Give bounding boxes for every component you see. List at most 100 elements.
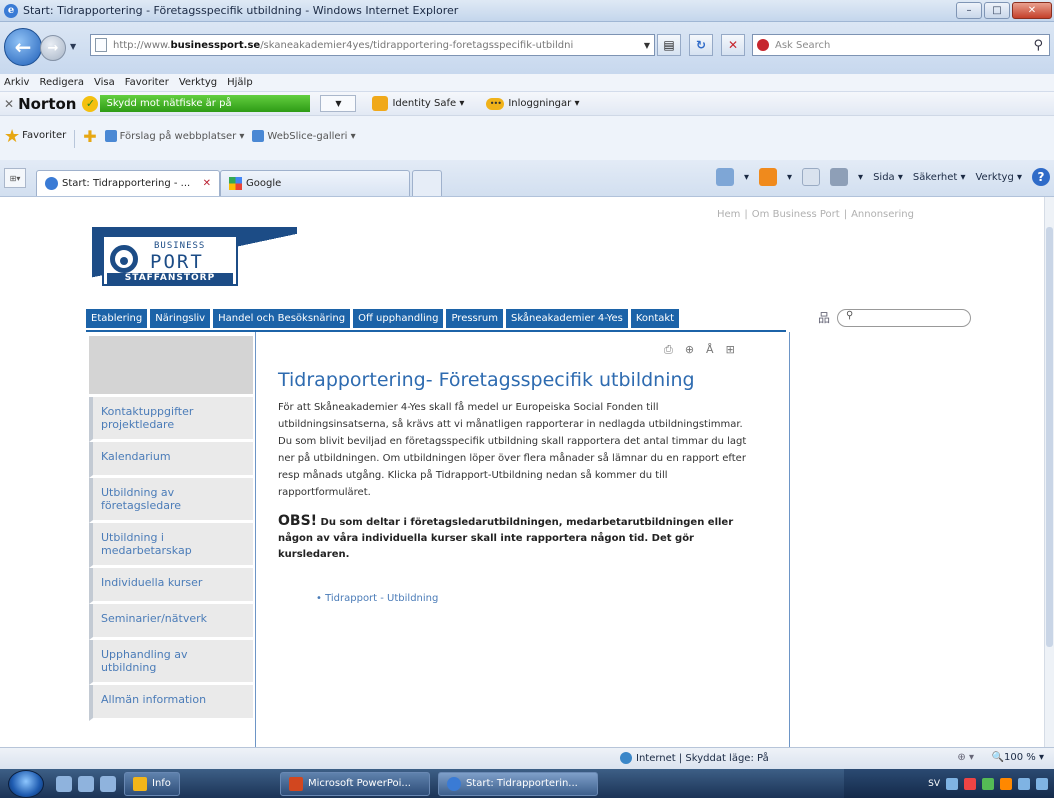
scrollbar-thumb[interactable] xyxy=(1046,227,1053,647)
close-window-button[interactable]: ✕ xyxy=(1012,2,1052,19)
article: Tidrapportering- Företagsspecifik utbild… xyxy=(278,369,760,604)
sidebar-item-staff[interactable]: Utbildning i medarbetarskap xyxy=(89,523,253,568)
switch-windows-icon[interactable] xyxy=(78,775,94,792)
nav-skaneakademier[interactable]: Skåneakademier 4-Yes xyxy=(505,309,628,328)
intro-paragraph: För att Skåneakademier 4-Yes skall få me… xyxy=(278,402,743,430)
sidebar-item-calendar[interactable]: Kalendarium xyxy=(89,442,253,478)
sidebar-item-courses[interactable]: Individuella kurser xyxy=(89,568,253,604)
sidebar-item-procurement[interactable]: Upphandling av utbildning xyxy=(89,640,253,685)
about-link[interactable]: Om Business Port xyxy=(752,209,840,220)
page-title: Tidrapportering- Företagsspecifik utbild… xyxy=(278,369,695,391)
address-field[interactable]: http://www.businessport.se/skaneakademie… xyxy=(90,34,655,56)
language-indicator[interactable]: SV xyxy=(928,779,940,789)
nav-pressrum[interactable]: Pressrum xyxy=(446,309,503,328)
zoom-in-icon[interactable]: ⊕ xyxy=(685,343,694,357)
tab-google[interactable]: Google xyxy=(220,170,410,196)
favorites-star-icon[interactable]: ★ xyxy=(4,128,20,146)
menu-hjalp[interactable]: Hjälp xyxy=(227,77,253,88)
time-report-link[interactable]: Tidrapport - Utbildning xyxy=(316,593,760,604)
tray-icon[interactable] xyxy=(982,777,994,790)
show-desktop-icon[interactable] xyxy=(56,775,72,792)
feeds-icon[interactable] xyxy=(759,168,777,186)
nav-naringsliv[interactable]: Näringsliv xyxy=(150,309,211,328)
feeds-dropdown-icon[interactable]: ▾ xyxy=(787,172,792,183)
security-zone[interactable]: Internet | Skyddat läge: På xyxy=(620,752,769,764)
help-icon[interactable]: ? xyxy=(1032,168,1050,186)
nav-handel[interactable]: Handel och Besöksnäring xyxy=(213,309,351,328)
favorites-button[interactable]: Favoriter xyxy=(22,130,66,141)
new-tab-button[interactable] xyxy=(412,170,442,196)
mail-icon[interactable] xyxy=(802,168,821,186)
taskbar-ie[interactable]: Start: Tidrapporterin... xyxy=(437,771,598,796)
taskbar-powerpoint[interactable]: Microsoft PowerPoi... xyxy=(279,771,430,796)
compatibility-view-button[interactable]: ▤ xyxy=(657,34,681,56)
share-icon[interactable]: ⊞ xyxy=(726,343,735,357)
tab-label: Start: Tidrapportering - ... xyxy=(62,178,191,189)
advertising-link[interactable]: Annonsering xyxy=(851,209,914,220)
nav-kontakt[interactable]: Kontakt xyxy=(630,309,680,328)
nav-upphandling[interactable]: Off upphandling xyxy=(353,309,444,328)
site-search-input[interactable]: ⚲ xyxy=(837,309,971,327)
sidebar-item-seminars[interactable]: Seminarier/nätverk xyxy=(89,604,253,640)
suggested-sites-link[interactable]: Förslag på webbplatser ▾ xyxy=(104,130,244,142)
page-menu[interactable]: Sida ▾ xyxy=(873,172,903,183)
sidebar-item-contact[interactable]: Kontaktuppgifter projektledare xyxy=(89,397,253,442)
search-icon[interactable]: ⚲ xyxy=(1033,38,1043,53)
window-controls: – □ ✕ xyxy=(956,2,1052,19)
back-button[interactable]: ← xyxy=(4,28,42,66)
forward-button[interactable]: → xyxy=(40,35,66,61)
sidebar-item-leaders[interactable]: Utbildning av företagsledare xyxy=(89,478,253,523)
tray-icon[interactable] xyxy=(964,777,976,790)
network-icon[interactable] xyxy=(1018,777,1030,790)
taskbar-info[interactable]: Info xyxy=(124,771,180,796)
menu-visa[interactable]: Visa xyxy=(94,77,115,88)
sidebar-item-info[interactable]: Allmän information xyxy=(89,685,253,721)
zoom-level[interactable]: 🔍100 % ▾ xyxy=(992,752,1044,763)
tray-icon[interactable] xyxy=(946,777,958,790)
refresh-button[interactable]: ↻ xyxy=(689,34,713,56)
menu-redigera[interactable]: Redigera xyxy=(39,77,84,88)
menu-favoriter[interactable]: Favoriter xyxy=(125,77,169,88)
quick-tabs-button[interactable]: ⊞▾ xyxy=(4,168,26,188)
logo-business: BUSINESS xyxy=(154,241,206,251)
tab-current[interactable]: Start: Tidrapportering - ... ✕ xyxy=(36,170,220,196)
close-tab-icon[interactable]: ✕ xyxy=(203,178,211,189)
safety-menu[interactable]: Säkerhet ▾ xyxy=(913,172,966,183)
home-icon[interactable] xyxy=(715,168,734,186)
print-dropdown-icon[interactable]: ▾ xyxy=(858,172,863,183)
menu-verktyg[interactable]: Verktyg xyxy=(179,77,217,88)
ie-logo-icon: e xyxy=(4,3,18,18)
sitemap-icon[interactable]: 品 xyxy=(818,309,830,326)
stop-button[interactable]: ✕ xyxy=(721,34,745,56)
identity-safe-button[interactable]: Identity Safe ▾ xyxy=(372,96,464,111)
url-text: http://www.businessport.se/skaneakademie… xyxy=(113,39,574,51)
powerpoint-icon xyxy=(288,776,303,791)
print-page-icon[interactable]: ⎙ xyxy=(664,343,673,357)
volume-icon[interactable] xyxy=(1036,777,1048,790)
webslice-gallery-link[interactable]: WebSlice-galleri ▾ xyxy=(252,130,356,142)
maximize-button[interactable]: □ xyxy=(984,2,1010,19)
logins-button[interactable]: ••• Inloggningar ▾ xyxy=(486,97,579,110)
text-size-icon[interactable]: Å xyxy=(706,343,714,357)
add-favorite-icon[interactable]: ✚ xyxy=(83,129,96,145)
popup-blocker-icon[interactable]: ⊕ ▾ xyxy=(957,752,974,763)
ie-tab-icon xyxy=(45,177,58,190)
nav-etablering[interactable]: Etablering xyxy=(86,309,148,328)
home-link[interactable]: Hem xyxy=(717,209,740,220)
menu-arkiv[interactable]: Arkiv xyxy=(4,77,29,88)
phishing-protection-status[interactable]: Skydd mot nätfiske är på xyxy=(100,95,311,112)
close-toolbar-icon[interactable]: ✕ xyxy=(4,97,14,111)
history-dropdown-icon[interactable]: ▼ xyxy=(70,42,76,51)
window-title: Start: Tidrapportering - Företagsspecifi… xyxy=(23,4,459,17)
address-dropdown-icon[interactable]: ▼ xyxy=(640,41,654,50)
search-input[interactable]: Ask Search ⚲ xyxy=(752,34,1050,56)
norton-dropdown[interactable]: ▼ xyxy=(320,95,357,112)
home-dropdown-icon[interactable]: ▾ xyxy=(744,172,749,183)
tools-menu[interactable]: Verktyg ▾ xyxy=(975,172,1022,183)
minimize-button[interactable]: – xyxy=(956,2,982,19)
ie-launch-icon[interactable] xyxy=(100,775,116,792)
print-icon[interactable] xyxy=(830,168,849,186)
start-button[interactable] xyxy=(8,769,44,798)
tray-icon[interactable] xyxy=(1000,777,1012,790)
vertical-scrollbar[interactable] xyxy=(1044,197,1054,747)
